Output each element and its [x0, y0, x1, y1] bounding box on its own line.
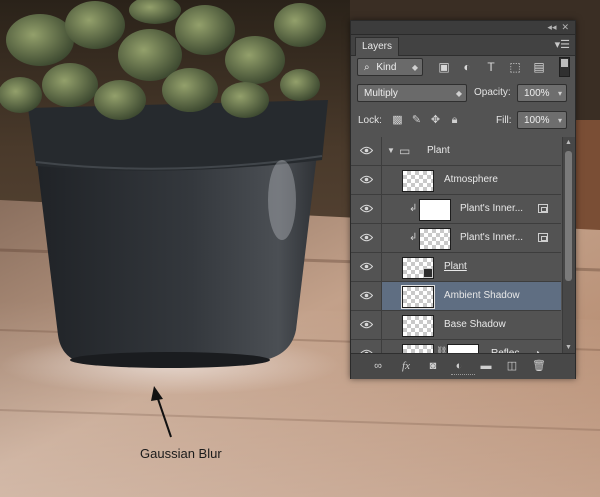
blend-mode-dropdown[interactable]: Multiply ◆: [357, 84, 467, 102]
eye-icon: [360, 262, 373, 271]
smart-object-icon: [538, 233, 548, 242]
layer-row-selected[interactable]: Ambient Shadow: [351, 282, 561, 311]
layer-thumbnail: [402, 344, 434, 353]
adjustment-filter-icon[interactable]: ◐: [460, 60, 474, 74]
pixel-filter-icon[interactable]: ▣: [437, 60, 451, 74]
panel-menu-icon[interactable]: ▾☰: [555, 38, 570, 51]
chevron-updown-icon: ◆: [411, 63, 418, 72]
chevron-down-icon: ▾: [557, 89, 562, 98]
lock-position-icon[interactable]: ✥: [429, 114, 442, 127]
clipping-mask-icon: ↲: [409, 203, 418, 214]
opacity-field[interactable]: 100% ▾: [517, 84, 567, 102]
lock-pixels-icon[interactable]: ✎: [410, 114, 423, 127]
visibility-toggle[interactable]: [351, 137, 382, 165]
trash-icon[interactable]: 🗑︎: [532, 360, 546, 373]
layer-thumbnail: [419, 199, 451, 221]
fx-icon[interactable]: fx: [399, 360, 413, 373]
layer-thumbnail: [402, 170, 434, 192]
layer-name: Atmosphere: [444, 174, 498, 185]
layers-scrollbar[interactable]: ▲ ▼: [562, 137, 575, 353]
eye-icon: [360, 146, 373, 155]
visibility-toggle[interactable]: [351, 224, 382, 252]
layer-name: Base Shadow: [444, 319, 506, 330]
eye-icon: [360, 204, 373, 213]
shape-filter-icon[interactable]: ⬚: [508, 60, 522, 74]
opacity-value: 100%: [524, 88, 550, 99]
lock-all-icon[interactable]: 🔒︎: [448, 114, 461, 127]
layer-name: Plant's Inner...: [460, 232, 524, 243]
chevron-down-icon: ▾: [557, 116, 562, 125]
visibility-toggle[interactable]: [351, 282, 382, 310]
layer-row[interactable]: Plant: [351, 253, 561, 282]
visibility-toggle[interactable]: [351, 166, 382, 194]
link-icon: ⛓: [436, 346, 448, 353]
layer-name: Plant's Inner...: [460, 203, 524, 214]
layer-row[interactable]: ↲ Plant's Inner...: [351, 195, 561, 224]
layer-row[interactable]: ⛓ Reflec... ◔: [351, 340, 561, 353]
eye-icon: [360, 291, 373, 300]
search-icon: ⌕: [364, 62, 370, 73]
fill-field[interactable]: 100% ▾: [517, 111, 567, 129]
eye-icon: [360, 320, 373, 329]
layers-list: ▼ ▭ Plant Atmosphere ↲ Plant's Inner...: [351, 137, 561, 353]
scrollbar-thumb[interactable]: [565, 151, 572, 281]
layer-row[interactable]: ↲ Plant's Inner...: [351, 224, 561, 253]
panel-title-bar[interactable]: ◂◂ ✕: [351, 21, 575, 35]
layer-thumbnail: [419, 228, 451, 250]
tab-layers[interactable]: Layers: [355, 37, 400, 56]
layer-name: Reflec...: [491, 340, 528, 353]
collapse-icon[interactable]: ◂◂ ✕: [547, 22, 569, 33]
disclosure-triangle-icon[interactable]: ▼: [387, 146, 395, 155]
resize-grip[interactable]: [451, 374, 475, 377]
layer-row[interactable]: Base Shadow: [351, 311, 561, 340]
visibility-toggle[interactable]: [351, 311, 382, 339]
lock-transparency-icon[interactable]: ▩: [391, 114, 404, 127]
smart-object-filter-icon[interactable]: ▤: [532, 60, 546, 74]
layer-thumbnail: [401, 285, 435, 309]
visibility-toggle[interactable]: [351, 253, 382, 281]
opacity-label: Opacity:: [474, 87, 511, 98]
layer-row[interactable]: Atmosphere: [351, 166, 561, 195]
folder-icon: ▭: [399, 144, 411, 158]
layer-row[interactable]: ▼ ▭ Plant: [351, 137, 561, 166]
new-group-icon[interactable]: ▬: [479, 360, 493, 373]
visibility-toggle[interactable]: [351, 195, 382, 223]
smart-object-icon: [538, 204, 548, 213]
visibility-toggle[interactable]: [351, 340, 382, 353]
adjustment-layer-icon[interactable]: ◐: [452, 360, 466, 373]
blend-mode-label: Multiply: [364, 88, 398, 99]
add-mask-icon[interactable]: ◙: [426, 360, 440, 373]
type-filter-icon[interactable]: T: [484, 60, 498, 74]
layer-mask-thumbnail: [447, 344, 479, 353]
layer-thumbnail: [402, 315, 434, 337]
chevron-updown-icon: ◆: [455, 89, 462, 98]
eye-icon: [360, 233, 373, 242]
scroll-up-icon[interactable]: ▲: [565, 139, 572, 146]
panel-tab-row: Layers ▾☰: [351, 35, 575, 56]
lock-label: Lock:: [358, 115, 382, 126]
smart-object-badge-icon: [423, 268, 433, 278]
fill-label: Fill:: [496, 115, 512, 126]
new-layer-icon[interactable]: ◫: [505, 360, 519, 373]
scroll-down-icon[interactable]: ▼: [565, 344, 572, 351]
annotation-caption: Gaussian Blur: [140, 446, 222, 461]
layer-name: Plant: [427, 145, 450, 156]
filter-kind-label: Kind: [376, 62, 397, 73]
layers-panel: ◂◂ ✕ Layers ▾☰ ⌕ Kind ◆ ▣ ◐ T ⬚ ▤ Multip…: [350, 20, 576, 379]
clipping-mask-icon: ↲: [409, 232, 418, 243]
eye-icon: [360, 175, 373, 184]
layer-name: Ambient Shadow: [444, 290, 520, 301]
filter-kind-dropdown[interactable]: ⌕ Kind ◆: [357, 58, 423, 76]
panel-bottom-toolbar: ∞ fx ◙ ◐ ▬ ◫ 🗑︎: [351, 353, 575, 379]
link-layers-icon[interactable]: ∞: [371, 360, 385, 373]
filter-toggle[interactable]: [559, 57, 570, 77]
layer-name: Plant: [444, 261, 467, 272]
fill-value: 100%: [524, 115, 550, 126]
